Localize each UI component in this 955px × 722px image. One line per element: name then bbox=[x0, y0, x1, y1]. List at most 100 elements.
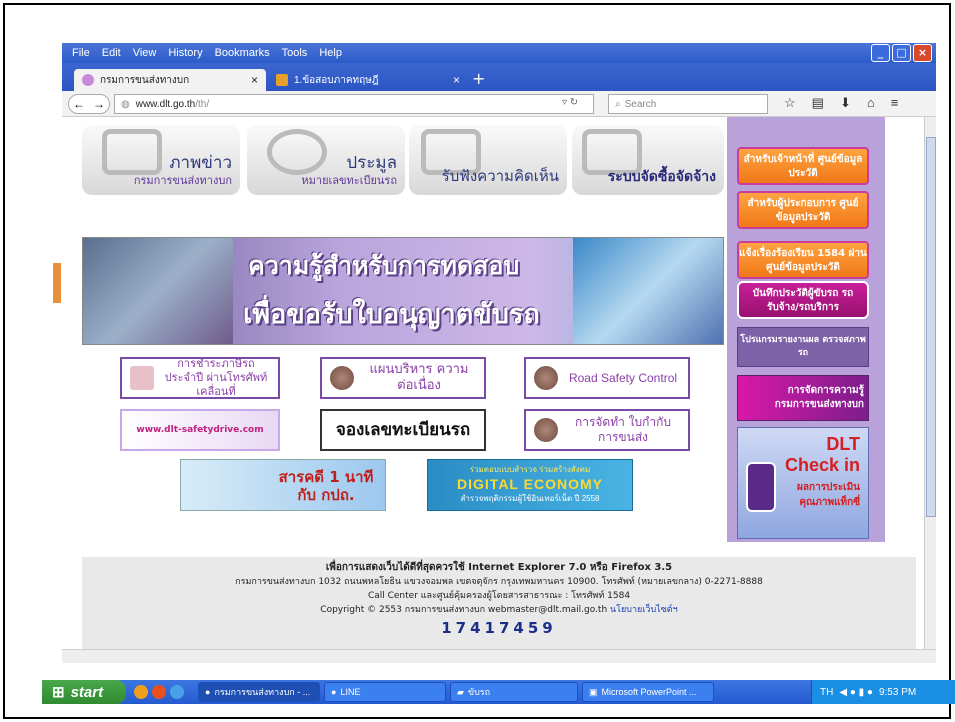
tray-icons[interactable]: ◀ ● ▮ ● bbox=[839, 687, 873, 698]
search-icon: ⌕ bbox=[615, 98, 621, 110]
bookmark-star-icon[interactable]: ☆ bbox=[784, 95, 796, 111]
road-safety-button[interactable]: Road Safety Control bbox=[524, 357, 690, 399]
menu-file[interactable]: File bbox=[72, 47, 90, 59]
search-placeholder: Search bbox=[624, 98, 657, 110]
digital-economy-banner[interactable]: ร่วมตอบแบบสำรวจ ร่วมสร้างสังคม DIGITAL E… bbox=[427, 459, 633, 511]
line-icon: ● bbox=[331, 687, 337, 697]
url-bar[interactable]: ◍ www.dlt.go.th/th/ bbox=[114, 94, 594, 114]
tile-subtitle: กรมการขนส่งทางบก bbox=[133, 175, 232, 187]
back-forward-group: ← → bbox=[68, 94, 110, 114]
home-icon[interactable]: ⌂ bbox=[867, 95, 875, 111]
tile-title: ภาพข่าว bbox=[169, 153, 232, 172]
complaint-1584-button[interactable]: แจ้งเรื่องร้องเรียน 1584 ผ่านศูนย์ข้อมูล… bbox=[737, 241, 869, 279]
globe-icon: ◍ bbox=[121, 98, 130, 110]
hamburger-menu-icon[interactable]: ≡ bbox=[891, 95, 899, 111]
driver-record-button[interactable]: บันทึกประวัติผู้ขับรถ รถรับจ้าง/รถบริการ bbox=[737, 281, 869, 319]
survey-top-text: ร่วมตอบแบบสำรวจ ร่วมสร้างสังคม bbox=[469, 465, 591, 474]
feedback-tile[interactable]: รับฟังความคิดเห็น bbox=[409, 125, 567, 195]
ie-quicklaunch-icon[interactable] bbox=[170, 685, 184, 699]
promo-label: การชำระภาษีรถประจำปี ผ่านโทรศัพท์เคลื่อน… bbox=[164, 357, 268, 398]
dlt-checkin-button[interactable]: DLT Check in ผลการประเมิน คุณภาพแท็กซี่ bbox=[737, 427, 869, 539]
download-icon[interactable]: ⬇ bbox=[840, 95, 851, 111]
system-tray: TH ◀ ● ▮ ● 9:53 PM bbox=[811, 680, 955, 704]
task-line[interactable]: ● LINE bbox=[324, 682, 446, 702]
menu-history[interactable]: History bbox=[168, 47, 202, 59]
tax-payment-button[interactable]: การชำระภาษีรถประจำปี ผ่านโทรศัพท์เคลื่อน… bbox=[120, 357, 280, 399]
windows-taskbar: ⊞ start ● กรมการขนส่งทางบก - ... ● LINE ▰ ข… bbox=[42, 680, 955, 704]
tab-close-icon[interactable]: × bbox=[251, 73, 258, 87]
menu-tools[interactable]: Tools bbox=[282, 47, 308, 59]
vertical-scrollbar[interactable] bbox=[924, 117, 936, 649]
promo-label: www.dlt-safetydrive.com bbox=[136, 425, 264, 435]
maximize-button[interactable]: □ bbox=[892, 44, 911, 62]
inspection-report-button[interactable]: โปรแกรมรายงานผล ตรวจสภาพรถ bbox=[737, 327, 869, 367]
menu-help[interactable]: Help bbox=[319, 47, 342, 59]
tab-exam[interactable]: 1.ข้อสอบภาคทฤษฎี × bbox=[268, 69, 468, 91]
menu-bar: File Edit View History Bookmarks Tools H… bbox=[62, 43, 936, 63]
tile-title: รับฟังความคิดเห็น bbox=[441, 168, 559, 185]
tile-title: ประมูล bbox=[346, 153, 397, 172]
task-label: Microsoft PowerPoint ... bbox=[601, 687, 697, 697]
plate-auction-tile[interactable]: ประมูลหมายเลขทะเบียนรถ bbox=[247, 125, 405, 195]
operator-history-button[interactable]: สำหรับผู้ประกอบการ ศูนย์ข้อมูลประวัติ bbox=[737, 191, 869, 229]
search-input[interactable]: ⌕ Search bbox=[608, 94, 768, 114]
back-button[interactable]: ← bbox=[73, 97, 85, 111]
page-footer: เพื่อการแสดงเว็บได้ดีที่สุดควรใช้ Intern… bbox=[82, 557, 916, 649]
scroll-thumb[interactable] bbox=[926, 137, 936, 517]
browser-recommendation: เพื่อการแสดงเว็บได้ดีที่สุดควรใช้ Intern… bbox=[325, 562, 673, 573]
news-photo-tile[interactable]: ภาพข่าวกรมการขนส่งทางบก bbox=[82, 125, 240, 195]
task-folder[interactable]: ▰ ขับรถ bbox=[450, 682, 578, 702]
firefox-window: File Edit View History Bookmarks Tools H… bbox=[62, 43, 936, 667]
tab-title: 1.ข้อสอบภาคทฤษฎี bbox=[294, 74, 379, 86]
reading-list-icon[interactable]: ▤ bbox=[812, 95, 824, 111]
driving-test-banner[interactable]: ความรู้สำหรับการทดสอบ เพื่อขอรับใบอนุญาต… bbox=[82, 237, 724, 345]
procurement-tile[interactable]: ระบบจัดซื้อจัดจ้าง bbox=[572, 125, 724, 195]
reload-icon[interactable]: ▿ ↻ bbox=[562, 97, 578, 108]
tax-sticker-icon bbox=[130, 366, 154, 390]
digital-economy-title: DIGITAL ECONOMY bbox=[457, 476, 603, 492]
dlt-seal-icon bbox=[534, 366, 558, 390]
copyright-text: Copyright © 2553 กรมการขนส่งทางบก webmas… bbox=[320, 605, 608, 615]
web-content: ภาพข่าวกรมการขนส่งทางบก ประมูลหมายเลขทะเ… bbox=[62, 117, 936, 649]
website-policy-link[interactable]: นโยบายเว็บไซต์ฯ bbox=[610, 605, 678, 615]
km-button[interactable]: การจัดการความรู้ กรมการขนส่งทางบก bbox=[737, 375, 869, 421]
tile-subtitle: หมายเลขทะเบียนรถ bbox=[301, 175, 397, 187]
menu-view[interactable]: View bbox=[133, 47, 157, 59]
close-window-button[interactable]: × bbox=[913, 44, 932, 62]
visitor-counter: 17417459 bbox=[441, 619, 557, 637]
tab-bar: กรมการขนส่งทางบก × 1.ข้อสอบภาคทฤษฎี × + bbox=[62, 63, 936, 91]
officer-history-button[interactable]: สำหรับเจ้าหน้าที่ ศูนย์ข้อมูลประวัติ bbox=[737, 147, 869, 185]
shipping-invoice-button[interactable]: การจัดทำ ใบกำกับการขนส่ง bbox=[524, 409, 690, 451]
call-center-line: Call Center และศูนย์คุ้มครองผู้โดยสารสาธ… bbox=[367, 591, 631, 601]
book-plate-button[interactable]: จองเลขทะเบียนรถ bbox=[320, 409, 486, 451]
menu-bookmarks[interactable]: Bookmarks bbox=[215, 47, 270, 59]
safetydrive-link[interactable]: www.dlt-safetydrive.com bbox=[120, 409, 280, 451]
task-firefox[interactable]: ● กรมการขนส่งทางบก - ... bbox=[198, 682, 320, 702]
continuity-plan-button[interactable]: แผนบริหาร ความต่อเนื่อง bbox=[320, 357, 486, 399]
survey-bottom-text: สำรวจพฤติกรรมผู้ใช้อินเทอร์เน็ต ปี 2558 bbox=[460, 494, 600, 503]
task-label: LINE bbox=[340, 687, 361, 697]
quicklaunch-icon[interactable] bbox=[134, 685, 148, 699]
minimize-button[interactable]: _ bbox=[871, 44, 890, 62]
banner-line-1: ความรู้สำหรับการทดสอบ bbox=[248, 251, 520, 280]
menu-edit[interactable]: Edit bbox=[102, 47, 121, 59]
task-label: กรมการขนส่งทางบก - ... bbox=[214, 687, 311, 697]
documentary-banner[interactable]: สารคดี 1 นาที กับ กปถ. bbox=[180, 459, 386, 511]
language-indicator[interactable]: TH bbox=[820, 687, 833, 698]
task-powerpoint[interactable]: ▣ Microsoft PowerPoint ... bbox=[582, 682, 714, 702]
new-tab-button[interactable]: + bbox=[472, 69, 485, 88]
banner-line-2: เพื่อขอรับใบอนุญาตขับรถ bbox=[243, 299, 540, 330]
tab-close-icon[interactable]: × bbox=[453, 73, 460, 87]
folder-icon: ▰ bbox=[457, 686, 464, 697]
tab-dlt[interactable]: กรมการขนส่งทางบก × bbox=[74, 69, 266, 91]
forward-button[interactable]: → bbox=[93, 97, 105, 111]
phone-icon bbox=[746, 462, 776, 512]
url-host: www.dlt.go.th bbox=[135, 98, 196, 110]
promo-label: การจัดทำ ใบกำกับการขนส่ง bbox=[574, 415, 672, 444]
site-favicon-icon bbox=[82, 74, 94, 86]
banner-photo-right bbox=[573, 238, 723, 344]
start-button[interactable]: ⊞ start bbox=[42, 680, 126, 704]
horizontal-scrollbar[interactable] bbox=[62, 649, 936, 663]
firefox-quicklaunch-icon[interactable] bbox=[152, 685, 166, 699]
promo-label: แผนบริหาร ความต่อเนื่อง bbox=[369, 362, 469, 393]
